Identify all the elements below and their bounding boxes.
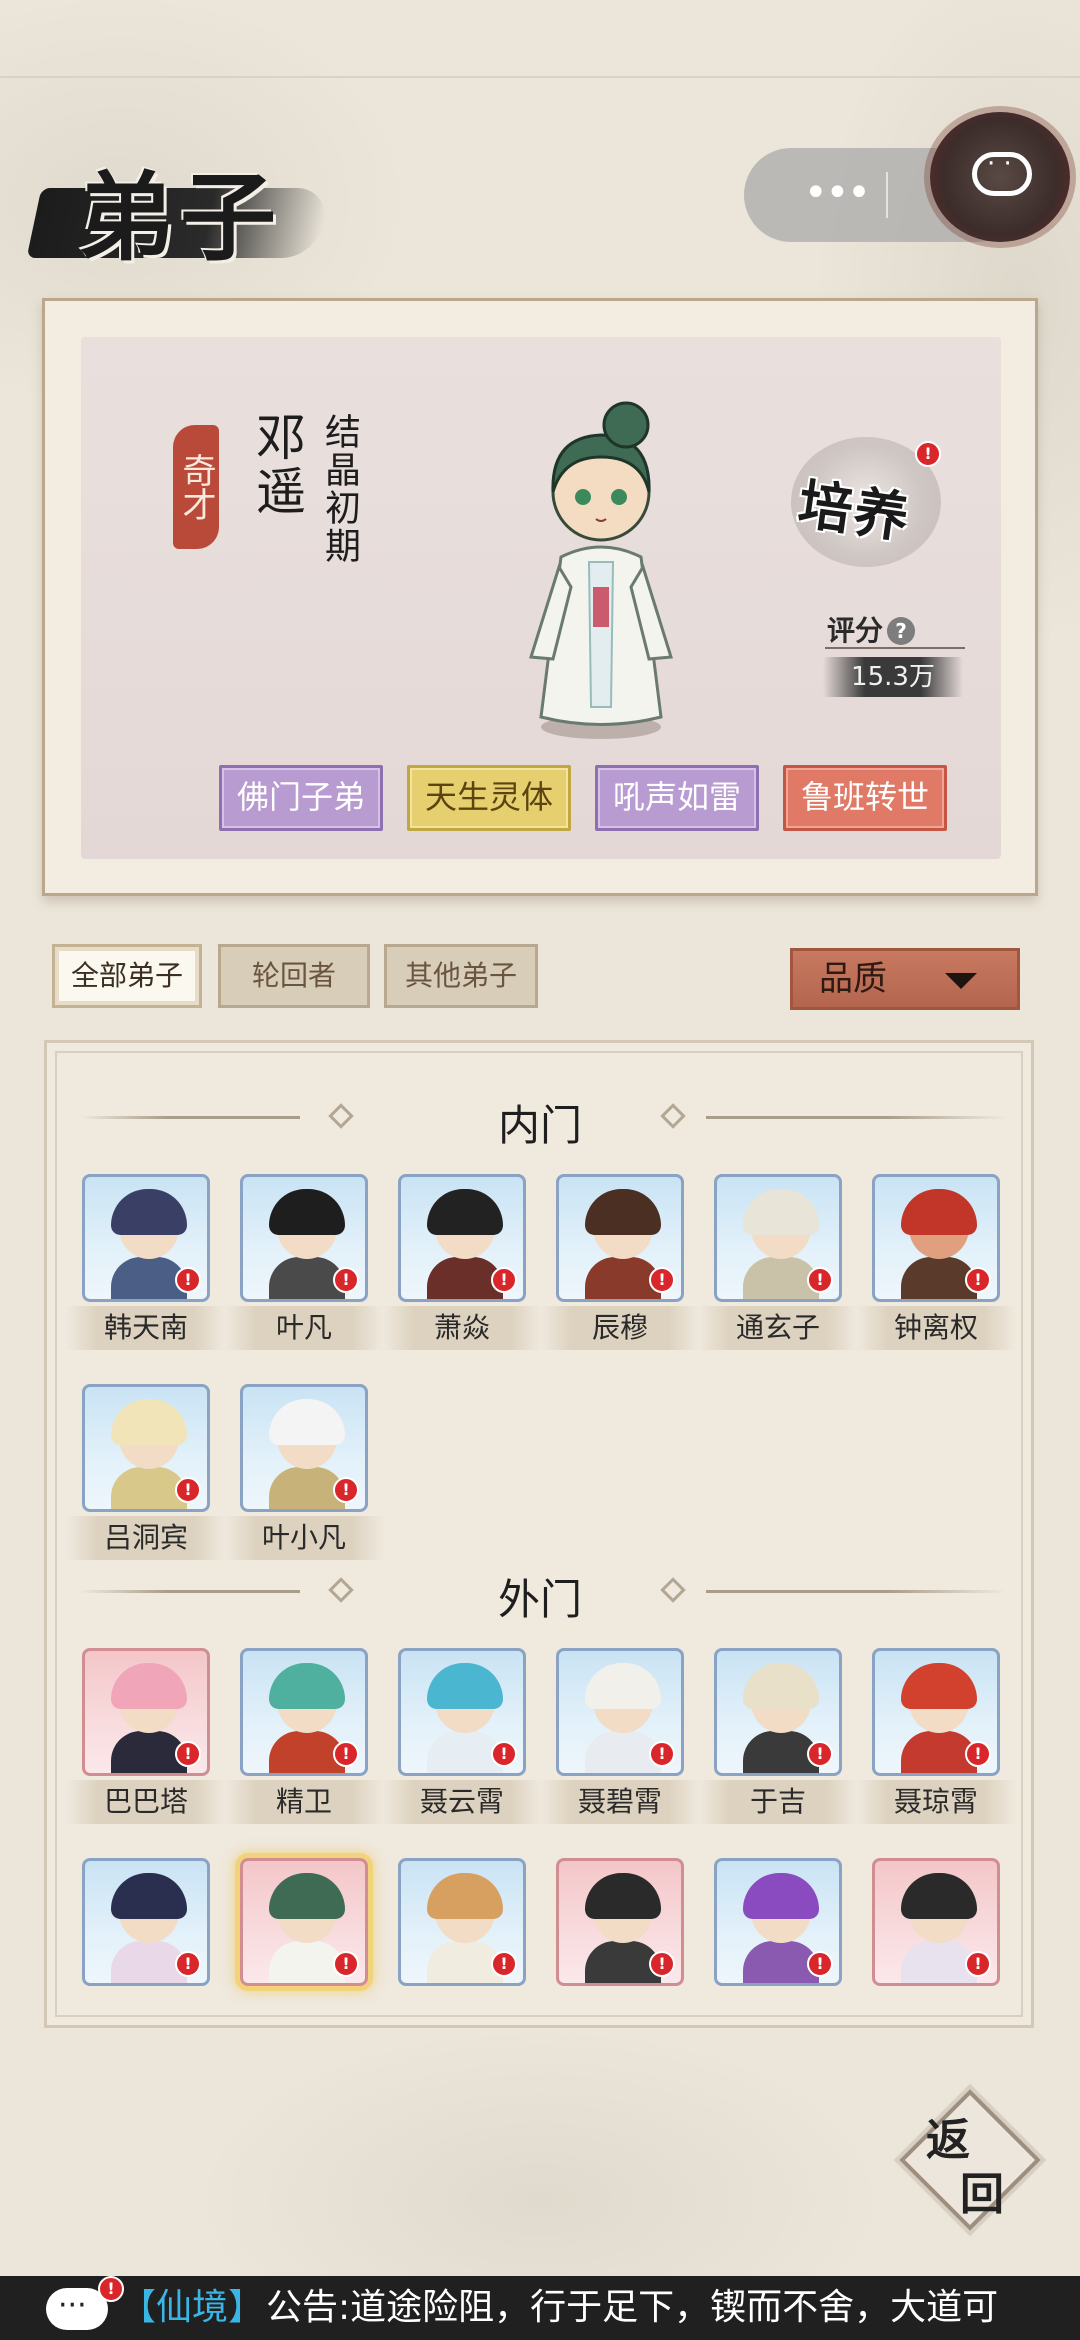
disciple-name-label: 辰穆	[540, 1306, 700, 1350]
return-label-2: 回	[960, 2169, 1004, 2220]
disciple-avatar[interactable]: !	[556, 1858, 684, 1986]
notification-dot-icon: !	[175, 1741, 201, 1767]
disciple-avatar[interactable]: !	[240, 1648, 368, 1776]
section-title-inner: 内门	[497, 1101, 582, 1150]
disciple-avatar[interactable]: !	[872, 1648, 1000, 1776]
tab-other-disciples[interactable]: 其他弟子	[384, 944, 538, 1008]
help-icon[interactable]: ?	[887, 617, 916, 645]
disciple-profile-card: 奇才 邓遥 结晶初期 培养 ! 评分? 15.3万 佛门子弟 天生灵体 吼声如雷…	[42, 298, 1038, 896]
notification-dot-icon: !	[965, 1741, 991, 1767]
notification-dot-icon: !	[333, 1267, 359, 1293]
disciple-name-label: 精卫	[224, 1780, 384, 1824]
notification-dot-icon: !	[491, 1741, 517, 1767]
disciple-avatar[interactable]: !	[872, 1858, 1000, 1986]
score-divider	[825, 647, 965, 649]
notification-dot-icon: !	[491, 1267, 517, 1293]
disciple-avatar[interactable]: !	[872, 1174, 1000, 1302]
return-button[interactable]: 返 回	[899, 2089, 1041, 2231]
trait-badge[interactable]: 佛门子弟	[219, 765, 383, 831]
capsule-divider	[886, 172, 888, 218]
cultivation-realm: 结晶初期	[319, 413, 360, 565]
notification-dot-icon: !	[333, 1741, 359, 1767]
announcement-ticker[interactable]: ! 【仙境】 公告:道途险阻，行于足下，锲而不舍，大道可	[0, 2276, 1080, 2340]
cultivate-button[interactable]: 培养 !	[791, 437, 941, 567]
notification-dot-icon: !	[491, 1951, 517, 1977]
chat-icon[interactable]: !	[46, 2276, 124, 2338]
disciple-name-label: 于吉	[698, 1780, 858, 1824]
chat-button[interactable]	[930, 112, 1070, 242]
announcement-text: 公告:道途险阻，行于足下，锲而不舍，大道可	[266, 2287, 999, 2328]
chevron-down-icon	[945, 973, 977, 989]
disciple-avatar[interactable]: !	[82, 1648, 210, 1776]
tab-reincarnators[interactable]: 轮回者	[218, 944, 370, 1008]
disciple-avatar[interactable]: !	[714, 1174, 842, 1302]
disciple-name-label: 钟离权	[856, 1306, 1016, 1350]
notification-dot-icon: !	[915, 441, 941, 467]
disciple-avatar[interactable]: !	[398, 1174, 526, 1302]
disciple-avatar[interactable]: !	[714, 1648, 842, 1776]
notification-dot-icon: !	[333, 1477, 359, 1503]
notification-dot-icon: !	[965, 1267, 991, 1293]
disciple-avatar[interactable]: !	[82, 1174, 210, 1302]
notification-dot-icon: !	[649, 1267, 675, 1293]
score-value: 15.3万	[823, 657, 963, 697]
disciple-avatar[interactable]: !	[556, 1174, 684, 1302]
notification-dot-icon: !	[965, 1951, 991, 1977]
section-divider	[706, 1116, 1006, 1119]
disciple-name: 邓遥	[248, 411, 306, 519]
cultivate-label: 培养	[794, 471, 915, 551]
status-bar-divider	[0, 76, 1080, 78]
disciple-name-label: 聂云霄	[382, 1780, 542, 1824]
disciple-avatar[interactable]: !	[82, 1858, 210, 1986]
notification-dot-icon: !	[175, 1267, 201, 1293]
profile-scroll-paper: 奇才 邓遥 结晶初期 培养 ! 评分? 15.3万 佛门子弟 天生灵体 吼声如雷…	[81, 337, 1001, 859]
section-divider	[706, 1590, 1006, 1593]
notification-dot-icon: !	[807, 1741, 833, 1767]
more-menu-icon[interactable]: •••	[804, 170, 871, 216]
trait-badge[interactable]: 吼声如雷	[595, 765, 759, 831]
disciple-name-label: 聂碧霄	[540, 1780, 700, 1824]
trait-badge[interactable]: 天生灵体	[407, 765, 571, 831]
score-label: 评分?	[827, 609, 916, 649]
trait-badge[interactable]: 鲁班转世	[783, 765, 947, 831]
disciple-avatar[interactable]: !	[556, 1648, 684, 1776]
talent-seal: 奇才	[173, 425, 219, 549]
disciple-avatar[interactable]: !	[82, 1384, 210, 1512]
notification-dot-icon: !	[649, 1951, 675, 1977]
page-title: 弟子	[78, 161, 282, 274]
channel-tag: 【仙境】	[120, 2287, 265, 2328]
disciple-avatar-selected[interactable]: !	[240, 1858, 368, 1986]
disciple-name-label: 聂琼霄	[856, 1780, 1016, 1824]
disciple-avatar[interactable]: !	[714, 1858, 842, 1986]
disciple-name-label: 叶小凡	[224, 1516, 384, 1560]
quality-sort-dropdown[interactable]: 品质	[790, 948, 1020, 1010]
disciple-name-label: 吕洞宾	[66, 1516, 226, 1560]
section-title-outer: 外门	[497, 1575, 582, 1624]
disciple-portrait[interactable]	[501, 397, 701, 747]
quality-label: 品质	[819, 959, 887, 999]
disciple-avatar[interactable]: !	[398, 1858, 526, 1986]
disciple-avatar[interactable]: !	[240, 1384, 368, 1512]
notification-dot-icon: !	[649, 1741, 675, 1767]
score-label-text: 评分	[827, 614, 884, 647]
disciple-name-label: 韩天南	[66, 1306, 226, 1350]
disciple-avatar[interactable]: !	[398, 1648, 526, 1776]
notification-dot-icon: !	[175, 1477, 201, 1503]
disciple-name-label: 叶凡	[224, 1306, 384, 1350]
page-title-banner: 弟子	[26, 140, 334, 274]
tab-all-disciples[interactable]: 全部弟子	[52, 944, 202, 1008]
notification-dot-icon: !	[807, 1951, 833, 1977]
notification-dot-icon: !	[175, 1951, 201, 1977]
notification-dot-icon: !	[333, 1951, 359, 1977]
disciple-name-label: 通玄子	[698, 1306, 858, 1350]
disciple-name-label: 巴巴塔	[66, 1780, 226, 1824]
chat-bubble-icon	[972, 149, 1032, 196]
disciple-avatar[interactable]: !	[240, 1174, 368, 1302]
disciple-name-label: 萧焱	[382, 1306, 542, 1350]
notification-dot-icon: !	[807, 1267, 833, 1293]
